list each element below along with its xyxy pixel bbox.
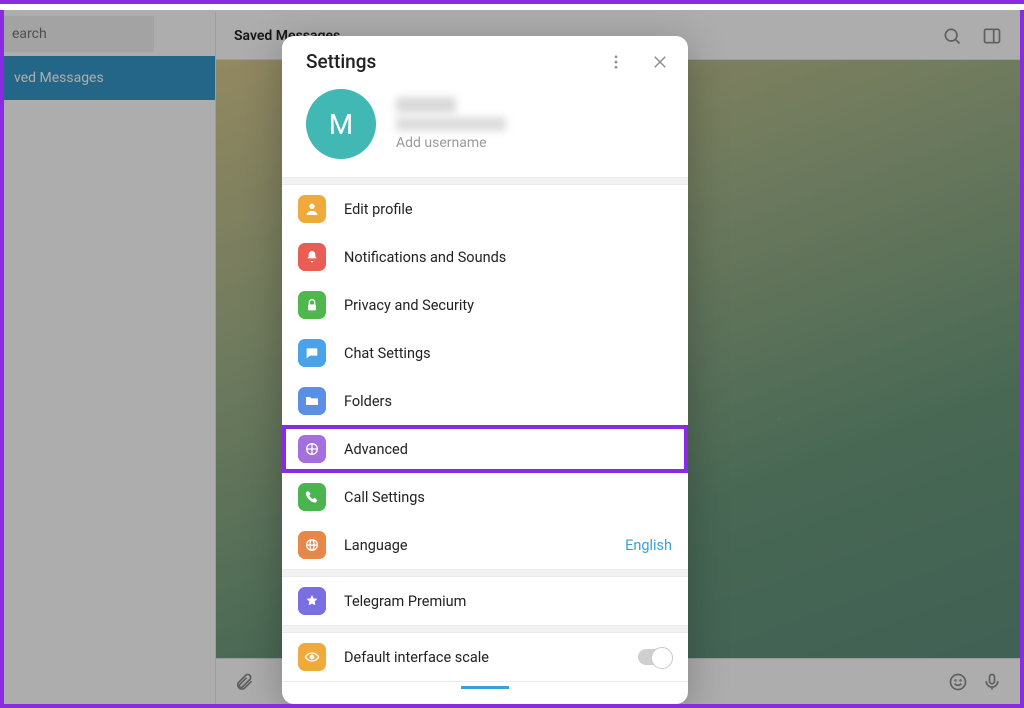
more-icon[interactable] (606, 52, 626, 72)
section-divider (282, 625, 688, 633)
settings-item-privacy[interactable]: Privacy and Security (282, 281, 688, 329)
scale-indicator (461, 686, 509, 689)
modal-header-actions (606, 52, 670, 72)
settings-item-scale[interactable]: Default interface scale (282, 633, 688, 681)
advanced-icon (298, 435, 326, 463)
profile-section: M Add username (282, 83, 688, 177)
chat-icon (298, 339, 326, 367)
setting-label: Edit profile (344, 201, 672, 218)
scale-toggle[interactable] (638, 649, 672, 665)
profile-info: Add username (396, 97, 506, 151)
settings-item-calls[interactable]: Call Settings (282, 473, 688, 521)
setting-label: Language (344, 537, 607, 554)
settings-item-advanced[interactable]: Advanced (282, 425, 688, 473)
settings-item-language[interactable]: Language English (282, 521, 688, 569)
person-icon (298, 195, 326, 223)
modal-title: Settings (306, 50, 376, 73)
thin-divider (282, 681, 688, 682)
settings-item-notifications[interactable]: Notifications and Sounds (282, 233, 688, 281)
setting-label: Telegram Premium (344, 593, 672, 610)
bell-icon (298, 243, 326, 271)
setting-label: Default interface scale (344, 649, 620, 666)
setting-label: Folders (344, 393, 672, 410)
profile-phone (396, 117, 506, 131)
settings-item-chat[interactable]: Chat Settings (282, 329, 688, 377)
section-divider (282, 177, 688, 185)
lock-icon (298, 291, 326, 319)
section-divider (282, 569, 688, 577)
eye-icon (298, 643, 326, 671)
profile-name (396, 97, 456, 113)
settings-modal: Settings M Add username Edit profile (282, 36, 688, 704)
setting-label: Chat Settings (344, 345, 672, 362)
close-icon[interactable] (650, 52, 670, 72)
setting-label: Privacy and Security (344, 297, 672, 314)
globe-icon (298, 531, 326, 559)
setting-label: Notifications and Sounds (344, 249, 672, 266)
language-value: English (625, 537, 672, 554)
settings-item-folders[interactable]: Folders (282, 377, 688, 425)
star-icon (298, 587, 326, 615)
folder-icon (298, 387, 326, 415)
settings-item-edit-profile[interactable]: Edit profile (282, 185, 688, 233)
settings-list: Edit profile Notifications and Sounds Pr… (282, 185, 688, 569)
modal-header: Settings (282, 36, 688, 83)
avatar[interactable]: M (306, 89, 376, 159)
settings-item-premium[interactable]: Telegram Premium (282, 577, 688, 625)
setting-label: Call Settings (344, 489, 672, 506)
phone-icon (298, 483, 326, 511)
add-username-link[interactable]: Add username (396, 135, 506, 151)
setting-label: Advanced (344, 441, 672, 458)
